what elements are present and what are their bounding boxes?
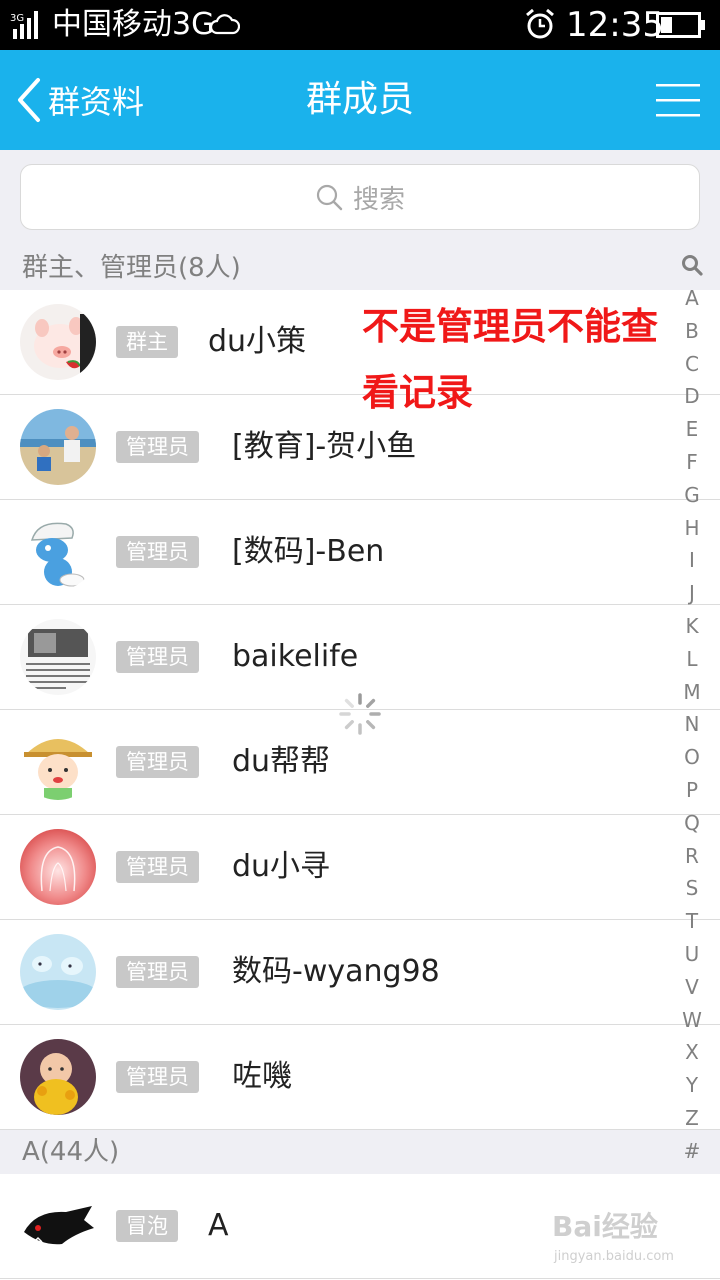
avatar: [20, 724, 96, 800]
index-letter[interactable]: F: [686, 446, 698, 479]
page-title: 群成员: [305, 79, 414, 120]
status-bar: 3G 中国移动3G 12:35: [0, 0, 720, 50]
alphabet-index[interactable]: A B C D E F G H I J K L M N O P Q R S T U V W X Y Z #: [676, 254, 708, 1182]
pig-avatar-image: [20, 304, 96, 380]
avatar: [20, 1188, 96, 1264]
member-name: 咗嘰: [232, 1059, 292, 1094]
avatar: [20, 409, 96, 485]
index-letter[interactable]: #: [684, 1135, 701, 1168]
avatar: [20, 514, 96, 590]
member-row[interactable]: 管理员 数码-wyang98: [0, 920, 720, 1025]
index-letter[interactable]: T: [686, 905, 698, 938]
index-letter[interactable]: G: [684, 479, 700, 512]
avatar: [20, 829, 96, 905]
section-header-a: A(44人): [0, 1130, 720, 1174]
role-badge: 群主: [116, 326, 178, 358]
member-name: [教育]-贺小鱼: [232, 429, 417, 464]
index-letter[interactable]: E: [686, 413, 699, 446]
watermark-url: jingyan.baidu.com: [553, 1249, 674, 1264]
status-time: 12:35: [566, 5, 664, 45]
index-search-icon[interactable]: [681, 254, 703, 276]
member-name: 数码-wyang98: [232, 954, 440, 989]
loading-spinner-icon: [339, 693, 381, 735]
newspaper-avatar-image: [20, 619, 96, 695]
index-letter[interactable]: U: [685, 938, 700, 971]
carrier-label: 中国移动3G: [52, 7, 215, 42]
pink-glow-avatar-image: [20, 829, 96, 905]
member-name: [数码]-Ben: [232, 534, 385, 569]
index-letter[interactable]: H: [684, 512, 699, 545]
nav-bar: 群资料 群成员: [0, 50, 720, 150]
index-letter[interactable]: I: [689, 544, 695, 577]
battery-icon: [656, 12, 705, 38]
role-badge: 管理员: [116, 746, 199, 778]
smurf-avatar-image: [20, 514, 96, 590]
index-letter[interactable]: L: [686, 643, 697, 676]
role-badge: 冒泡: [116, 1210, 178, 1242]
member-name: du帮帮: [232, 744, 331, 779]
index-letter[interactable]: A: [685, 282, 699, 315]
role-badge: 管理员: [116, 536, 199, 568]
member-row[interactable]: 管理员 [数码]-Ben: [0, 500, 720, 605]
blue-cartoon-avatar-image: [20, 934, 96, 1010]
index-letter[interactable]: R: [685, 840, 699, 873]
dark-creature-avatar-image: [20, 1188, 96, 1264]
index-letter[interactable]: Z: [685, 1102, 699, 1135]
menu-icon[interactable]: [656, 82, 700, 118]
role-badge: 管理员: [116, 1061, 199, 1093]
member-name: A: [208, 1208, 229, 1243]
signal-icon: 3G: [10, 11, 38, 39]
role-badge: 管理员: [116, 956, 199, 988]
index-letter[interactable]: B: [685, 315, 699, 348]
member-row[interactable]: 管理员 咗嘰: [0, 1025, 720, 1130]
index-letter[interactable]: X: [685, 1036, 699, 1069]
index-letter[interactable]: Q: [684, 807, 700, 840]
index-letter[interactable]: W: [682, 1004, 702, 1037]
member-name: du小寻: [232, 849, 331, 884]
avatar: [20, 619, 96, 695]
index-letter[interactable]: J: [689, 577, 695, 610]
role-badge: 管理员: [116, 851, 199, 883]
beach-avatar-image: [20, 409, 96, 485]
annotation-line-2: 看记录: [362, 371, 473, 414]
member-row[interactable]: 管理员 du小寻: [0, 815, 720, 920]
index-letter[interactable]: C: [685, 348, 699, 381]
search-area: 搜索: [0, 150, 720, 246]
cartoon-girl-avatar-image: [20, 724, 96, 800]
baidu-jingyan-watermark: Bai经验 jingyan.baidu.com: [552, 1210, 674, 1264]
baby-avatar-image: [20, 1039, 96, 1115]
avatar: [20, 934, 96, 1010]
member-name: du小策: [208, 324, 307, 359]
section-header-admins: 群主、管理员(8人): [0, 246, 720, 290]
member-name: baikelife: [232, 639, 359, 674]
role-badge: 管理员: [116, 641, 199, 673]
index-letter[interactable]: Y: [686, 1069, 698, 1102]
role-badge: 管理员: [116, 431, 199, 463]
avatar: [20, 1039, 96, 1115]
alarm-clock-icon: [526, 8, 554, 39]
index-letter[interactable]: K: [685, 610, 698, 643]
avatar: [20, 304, 96, 380]
index-letter[interactable]: D: [684, 380, 699, 413]
index-letter[interactable]: O: [684, 741, 700, 774]
index-letter[interactable]: V: [685, 971, 699, 1004]
search-input[interactable]: 搜索: [20, 164, 700, 230]
annotation-line-1: 不是管理员不能查: [362, 305, 658, 348]
signal-badge: 3G: [10, 13, 24, 24]
index-letter[interactable]: S: [686, 872, 699, 905]
index-letter[interactable]: M: [683, 676, 700, 709]
index-letter[interactable]: P: [686, 774, 698, 807]
annotation-text: 不是管理员不能查 看记录: [362, 294, 692, 426]
cloud-icon: [210, 14, 240, 35]
watermark-brand: Bai经验: [552, 1210, 658, 1243]
search-placeholder: 搜索: [352, 184, 405, 215]
search-icon: [316, 184, 343, 211]
index-letter[interactable]: N: [685, 708, 700, 741]
